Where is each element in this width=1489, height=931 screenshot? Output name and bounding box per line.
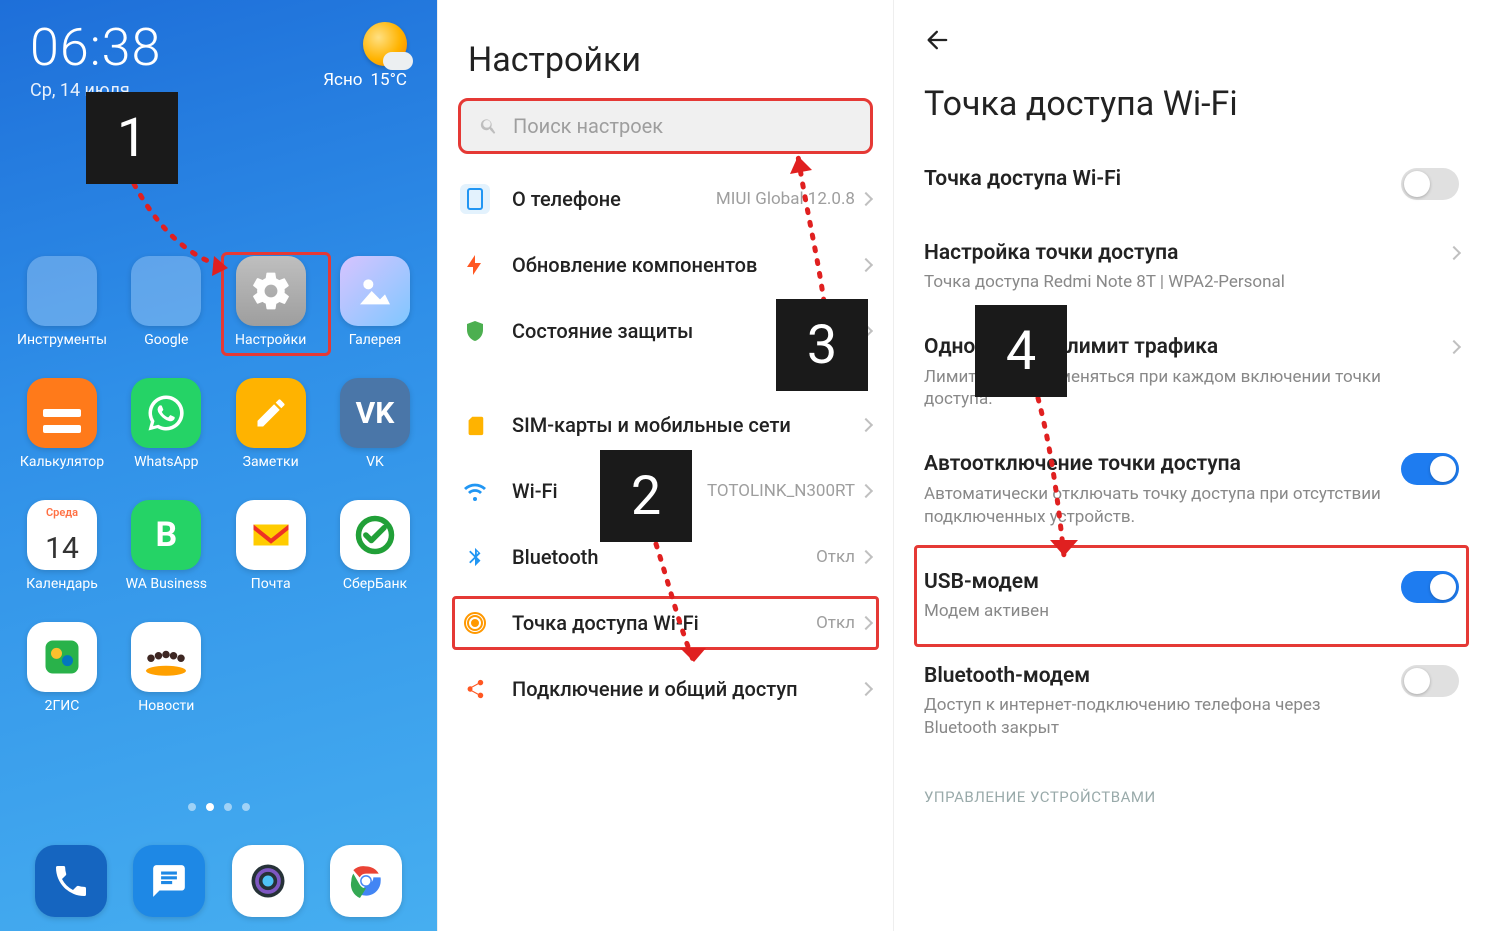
item-component-update[interactable]: Обновление компонентов [438,232,893,298]
item-connection-sharing[interactable]: Подключение и общий доступ [438,656,893,722]
row-hotspot-enable[interactable]: Точка доступа Wi-Fi [924,146,1459,220]
step-badge-4: 4 [975,305,1067,397]
folder-icon [131,256,201,326]
item-sim-cards[interactable]: SIM-карты и мобильные сети [438,392,893,458]
step-badge-3: 3 [776,299,868,391]
whatsapp-icon [131,378,201,448]
vk-icon: VK [340,378,410,448]
update-icon [460,250,490,280]
app-tools[interactable]: Инструменты [14,256,110,348]
app-sberbank[interactable]: СберБанк [327,500,423,592]
app-calculator[interactable]: Калькулятор [14,378,110,470]
section-manage-devices: УПРАВЛЕНИЕ УСТРОЙСТВАМИ [924,788,1459,806]
app-notes[interactable]: Заметки [223,378,319,470]
toggle-auto-off[interactable] [1401,453,1459,485]
status-bar: 06:38 Ср, 14 июля Ясно 15°C [0,0,437,101]
row-hotspot-setup[interactable]: Настройка точки доступа Точка доступа Re… [924,220,1459,314]
dock-chrome[interactable] [330,845,402,917]
dock-messages[interactable] [133,845,205,917]
hotspot-title: Точка доступа Wi-Fi [924,84,1459,124]
home-screen: 06:38 Ср, 14 июля Ясно 15°C Инструменты [0,0,437,931]
step-badge-2: 2 [600,450,692,542]
app-whatsapp[interactable]: WhatsApp [118,378,214,470]
toggle-hotspot[interactable] [1401,168,1459,200]
settings-list: О телефоне MIUI Global 12.0.8 Обновление… [438,166,893,722]
row-usb-modem[interactable]: USB-модем Модем активен [924,549,1459,643]
bluetooth-icon [460,542,490,572]
app-settings[interactable]: Настройки [223,256,319,348]
settings-search[interactable]: Поиск настроек [458,98,873,154]
dock-phone[interactable] [35,845,107,917]
dock [0,845,437,917]
hotspot-icon [460,608,490,638]
item-about-phone[interactable]: О телефоне MIUI Global 12.0.8 [438,166,893,232]
time-text: 06:38 [30,22,161,74]
row-auto-disable[interactable]: Автоотключение точки доступа Автоматичес… [924,431,1459,548]
search-icon [479,116,499,136]
sberbank-icon [340,500,410,570]
app-grid: Инструменты Google Настройки [0,256,437,714]
weather-widget[interactable]: Ясно 15°C [323,22,407,90]
dock-camera[interactable] [232,845,304,917]
app-calendar[interactable]: Среда 14 Календарь [14,500,110,592]
calendar-icon: Среда 14 [27,500,97,570]
toggle-bt-modem[interactable] [1401,665,1459,697]
hotspot-screen: Точка доступа Wi-Fi Точка доступа Wi-Fi … [893,0,1489,931]
item-hotspot[interactable]: Точка доступа Wi-Fi Откл [438,590,893,656]
share-icon [460,674,490,704]
chevron-right-icon [859,484,873,498]
arrow-left-icon [924,26,952,54]
chevron-right-icon [859,682,873,696]
search-placeholder: Поиск настроек [513,114,663,138]
weather-temp: 15°C [370,70,407,90]
chevron-right-icon [1447,246,1461,260]
shield-icon [460,316,490,346]
row-bluetooth-modem[interactable]: Bluetooth-модем Доступ к интернет-подклю… [924,643,1459,760]
app-2gis[interactable]: 2ГИС [14,622,110,714]
mail-icon [236,500,306,570]
step-badge-1: 1 [86,92,178,184]
chevron-right-icon [859,550,873,564]
chevron-right-icon [859,192,873,206]
news-icon [131,622,201,692]
settings-title: Настройки [438,0,893,98]
whatsapp-business-icon: B [131,500,201,570]
chevron-right-icon [859,418,873,432]
weather-sun-icon [363,22,407,66]
app-gallery[interactable]: Галерея [327,256,423,348]
chevron-right-icon [859,258,873,272]
app-mail[interactable]: Почта [223,500,319,592]
chevron-right-icon [859,616,873,630]
wifi-icon [460,476,490,506]
phone-icon [460,184,490,214]
app-news[interactable]: Новости [118,622,214,714]
toggle-usb-modem[interactable] [1401,571,1459,603]
folder-icon [27,256,97,326]
page-indicator [0,803,437,811]
gallery-icon [340,256,410,326]
gear-icon [236,256,306,326]
weather-condition: Ясно [323,70,362,90]
chevron-right-icon [1447,340,1461,354]
clock-widget[interactable]: 06:38 Ср, 14 июля [30,22,161,101]
2gis-icon [27,622,97,692]
app-vk[interactable]: VK VK [327,378,423,470]
app-wa-business[interactable]: B WA Business [118,500,214,592]
sim-icon [460,410,490,440]
calculator-icon [27,378,97,448]
notes-icon [236,378,306,448]
app-google-folder[interactable]: Google [118,256,214,348]
back-button[interactable] [924,0,1459,58]
